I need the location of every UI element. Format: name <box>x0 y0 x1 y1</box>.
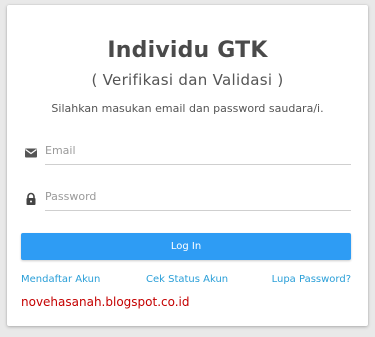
page-title: Individu GTK <box>107 38 268 63</box>
forgot-password-link[interactable]: Lupa Password? <box>272 274 351 285</box>
email-icon <box>24 145 38 159</box>
lock-icon <box>24 191 38 205</box>
password-field-row <box>21 187 351 211</box>
register-link[interactable]: Mendaftar Akun <box>21 274 100 285</box>
email-input[interactable] <box>45 141 351 165</box>
check-status-link[interactable]: Cek Status Akun <box>146 274 228 285</box>
login-card: Individu GTK ( Verifikasi dan Validasi )… <box>7 5 368 326</box>
login-hint: Silahkan masukan email dan password saud… <box>51 102 324 115</box>
footer-links: Mendaftar Akun Cek Status Akun Lupa Pass… <box>21 274 351 288</box>
page-subtitle: ( Verifikasi dan Validasi ) <box>91 71 284 89</box>
password-input[interactable] <box>45 187 351 211</box>
watermark-text: novehasanah.blogspot.co.id <box>21 295 190 309</box>
login-button[interactable]: Log In <box>21 233 351 260</box>
email-field-row <box>21 141 351 165</box>
